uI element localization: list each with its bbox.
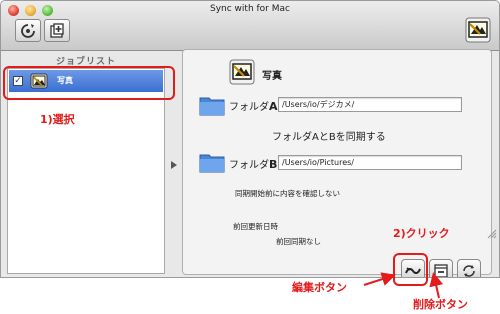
delete-arrow — [429, 272, 444, 299]
edit-arrow — [363, 272, 396, 286]
annotation-arrows — [363, 272, 444, 299]
